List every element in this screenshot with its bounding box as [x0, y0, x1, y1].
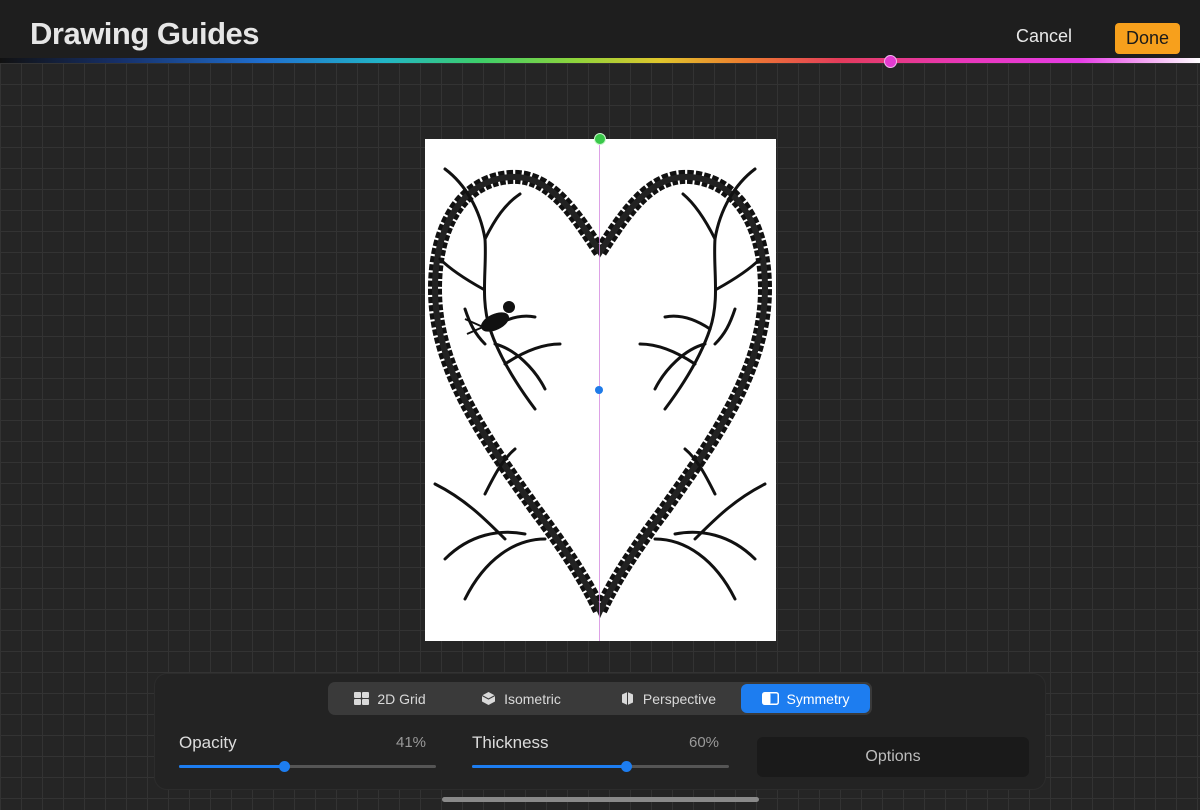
thickness-slider-fill	[472, 765, 627, 768]
perspective-cube-icon	[621, 692, 633, 705]
opacity-label: Opacity	[179, 733, 237, 752]
thickness-value: 60%	[689, 734, 720, 751]
done-button[interactable]: Done	[1115, 23, 1180, 54]
opacity-slider-thumb[interactable]	[279, 761, 291, 772]
options-button[interactable]: Options	[757, 737, 1029, 777]
tab-2d-grid[interactable]: 2D Grid	[330, 684, 450, 713]
top-bar: Drawing Guides Cancel Done	[0, 0, 1200, 60]
page-title: Drawing Guides	[30, 16, 259, 51]
thickness-label: Thickness	[472, 733, 549, 752]
thickness-slider[interactable]	[472, 761, 729, 772]
symmetry-top-handle[interactable]	[594, 133, 606, 145]
symmetry-icon	[761, 692, 779, 705]
guide-color-knob[interactable]	[884, 55, 897, 68]
opacity-value: 41%	[396, 734, 427, 751]
tab-perspective-label: Perspective	[642, 690, 717, 707]
thickness-slider-thumb[interactable]	[621, 761, 633, 772]
tab-2d-grid-label: 2D Grid	[377, 690, 426, 707]
symmetry-center-handle[interactable]	[595, 386, 603, 394]
grid-icon	[354, 692, 370, 705]
guide-color-slider[interactable]	[0, 58, 1200, 63]
tab-symmetry[interactable]: Symmetry	[741, 684, 870, 713]
tab-perspective[interactable]: Perspective	[598, 684, 738, 713]
tab-isometric-label: Isometric	[504, 690, 561, 707]
tab-symmetry-label: Symmetry	[786, 690, 850, 707]
opacity-slider-fill	[179, 765, 285, 768]
guide-settings-panel: 2D Grid Isometric Perspective Symmetry O…	[155, 674, 1045, 789]
home-indicator	[442, 797, 759, 802]
tab-isometric[interactable]: Isometric	[456, 684, 586, 713]
cancel-button[interactable]: Cancel	[1016, 26, 1072, 47]
opacity-slider[interactable]	[179, 761, 436, 772]
guide-type-selector: 2D Grid Isometric Perspective Symmetry	[328, 682, 872, 715]
isometric-cube-icon	[481, 692, 496, 705]
